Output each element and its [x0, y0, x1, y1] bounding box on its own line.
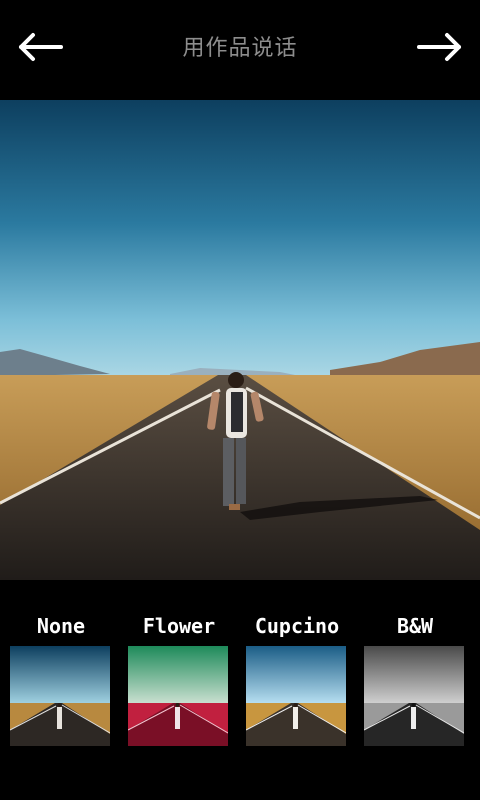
filter-bw[interactable]: B&W	[364, 612, 466, 746]
road-photo-image	[0, 100, 480, 580]
filter-label: Cupcino	[254, 614, 340, 638]
main-photo	[0, 100, 480, 580]
filter-thumbnail	[246, 646, 346, 746]
back-button[interactable]	[10, 22, 70, 72]
arrow-right-icon	[417, 33, 461, 61]
filter-label: None	[36, 614, 86, 638]
filter-thumbnail	[364, 646, 464, 746]
filter-label: B&W	[396, 614, 434, 638]
next-button[interactable]	[410, 22, 470, 72]
top-bar: 用作品说话	[0, 0, 480, 100]
page-title: 用作品说话	[182, 36, 298, 61]
filter-label: Flower	[142, 614, 216, 638]
filter-cupcino[interactable]: Cupcino	[246, 612, 348, 746]
filter-thumbnail	[10, 646, 110, 746]
filter-thumbnail	[128, 646, 228, 746]
arrow-left-icon	[19, 33, 63, 61]
filter-none[interactable]: None	[10, 612, 112, 746]
filter-strip: None Flower Cupcino B&W	[0, 600, 480, 770]
filter-flower[interactable]: Flower	[128, 612, 230, 746]
